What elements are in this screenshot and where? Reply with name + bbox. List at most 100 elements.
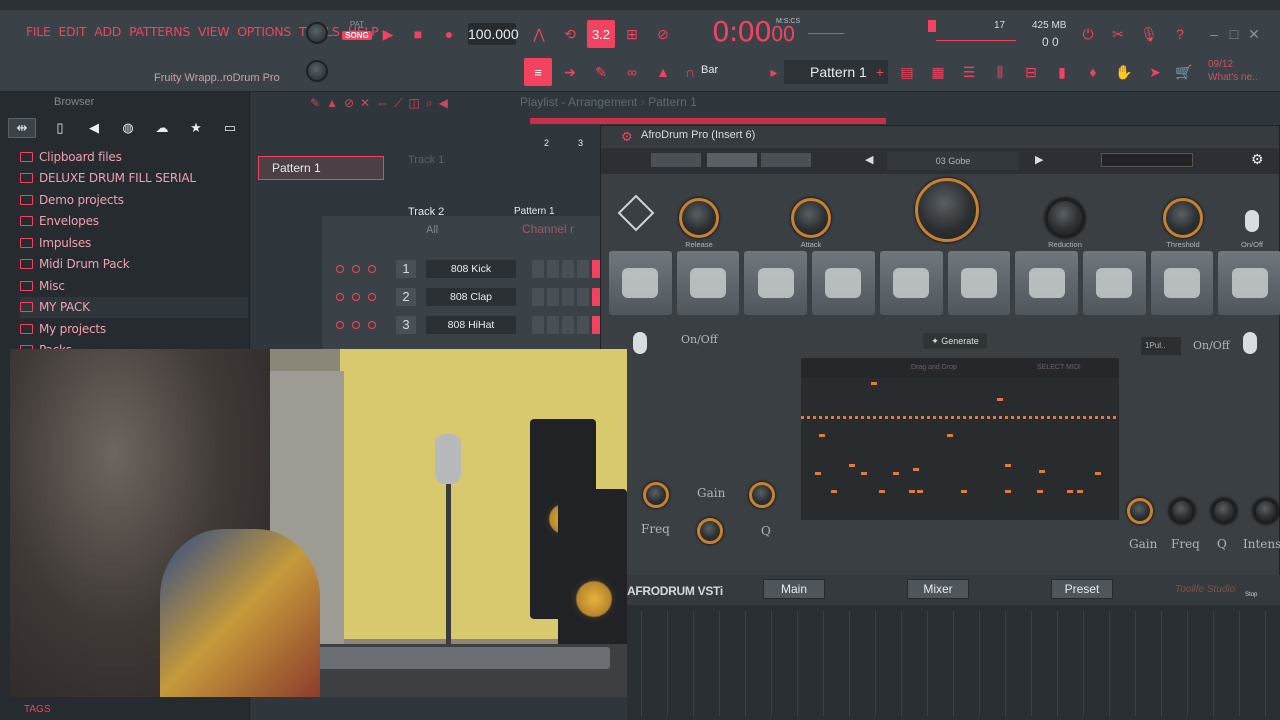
help-icon[interactable]: ? — [1168, 22, 1192, 46]
threshold-knob[interactable] — [1163, 198, 1203, 238]
pattern-mode-icon[interactable]: ≡ — [524, 58, 552, 86]
step-button[interactable] — [547, 260, 559, 278]
preset-tab-button[interactable]: Preset — [1051, 579, 1113, 599]
star-icon[interactable]: ★ — [186, 118, 206, 138]
speaker-icon[interactable]: ◀ — [84, 118, 104, 138]
tags-label[interactable]: TAGS — [24, 704, 50, 715]
news-panel[interactable]: 09/12 What's ne.. — [1208, 58, 1258, 84]
plugin-loop-button[interactable] — [761, 153, 811, 167]
browser-item[interactable]: My projects — [20, 318, 248, 340]
tempo-display[interactable]: 100.000 — [468, 23, 519, 45]
gain-knob-left[interactable] — [749, 482, 775, 508]
plugin-settings-icon[interactable]: ⚙ — [1251, 151, 1264, 168]
channel-rack-icon[interactable]: ☰ — [957, 60, 981, 84]
step-button[interactable] — [532, 316, 544, 334]
step-sequencer[interactable] — [532, 260, 606, 278]
step-button[interactable] — [577, 260, 589, 278]
pattern-clip[interactable]: Pattern 1 — [258, 156, 384, 180]
instrument-conga[interactable] — [947, 251, 1011, 315]
channel-row[interactable]: 3 808 HiHat — [332, 316, 604, 338]
mic-icon[interactable]: 🎙 — [1137, 22, 1161, 46]
instrument-bongos[interactable] — [1218, 251, 1280, 315]
step-button[interactable] — [532, 288, 544, 306]
plugin-gear-icon[interactable]: ⚙ — [621, 129, 633, 145]
browser-item[interactable]: Demo projects — [20, 189, 248, 211]
gain-knob-right[interactable] — [1127, 498, 1153, 524]
brush-icon[interactable]: ✎ — [589, 60, 613, 84]
browser-item[interactable]: Clipboard files — [20, 146, 248, 168]
globe-icon[interactable]: ◍ — [118, 118, 138, 138]
snap-selector[interactable]: Bar — [701, 64, 718, 76]
record-icon[interactable]: ● — [437, 22, 461, 46]
volume-knob[interactable] — [368, 321, 376, 329]
master-volume-knob[interactable] — [306, 22, 328, 44]
generate-button[interactable]: ✦ Generate — [923, 333, 987, 349]
stamp-icon[interactable]: ▲ — [651, 60, 675, 84]
step-sequencer[interactable] — [532, 316, 606, 334]
instrument-djembe-left[interactable] — [609, 251, 672, 315]
instrument-tambourine[interactable] — [744, 251, 808, 315]
pan-knob[interactable] — [352, 265, 360, 273]
instrument-bell[interactable] — [879, 251, 943, 315]
channel-filter[interactable]: All — [426, 224, 438, 236]
select-midi-label[interactable]: SELECT MIDI — [1037, 364, 1081, 371]
wait-input-icon[interactable]: ⊘ — [651, 22, 675, 46]
attack-knob[interactable] — [791, 198, 831, 238]
play-icon[interactable]: ▶ — [376, 22, 400, 46]
instrument-djembe[interactable] — [812, 251, 875, 315]
step-button[interactable] — [547, 288, 559, 306]
menu-file[interactable]: FILE — [26, 24, 51, 39]
close-icon[interactable]: ✕ — [1242, 22, 1266, 46]
mute-led[interactable] — [336, 321, 344, 329]
metronome-icon[interactable]: ⋀ — [527, 22, 551, 46]
main-tab-button[interactable]: Main — [763, 579, 825, 599]
step-button[interactable] — [577, 288, 589, 306]
menu-edit[interactable]: EDIT — [59, 24, 87, 39]
instrument-shakers[interactable] — [1015, 251, 1078, 315]
step-sequencer[interactable] — [532, 288, 606, 306]
song-label[interactable]: SONG — [342, 31, 372, 40]
onoff-toggle-left[interactable] — [633, 332, 647, 354]
pan-knob[interactable] — [352, 293, 360, 301]
mute-led[interactable] — [336, 293, 344, 301]
stop-label[interactable]: Stop — [1245, 592, 1257, 598]
preset-selector[interactable]: 03 Gobe — [887, 152, 1019, 170]
menu-view[interactable]: VIEW — [198, 24, 230, 39]
step-button[interactable] — [547, 316, 559, 334]
pan-knob[interactable] — [352, 321, 360, 329]
onoff-toggle-top[interactable] — [1245, 210, 1259, 232]
pat-label[interactable]: PAT — [342, 20, 372, 29]
browser-item[interactable]: Envelopes — [20, 211, 248, 233]
typing-keyboard-icon[interactable]: ⊞ — [620, 22, 644, 46]
step-edit-button[interactable]: 3.2 — [587, 20, 615, 48]
cut-icon[interactable]: ✂ — [1106, 22, 1130, 46]
all-icon[interactable]: ⇹ — [8, 118, 36, 138]
q-knob-left[interactable] — [697, 518, 723, 544]
folder-icon[interactable]: ▭ — [220, 118, 240, 138]
browser-icon[interactable]: ⊟ — [1019, 60, 1043, 84]
menu-options[interactable]: OPTIONS — [237, 24, 291, 39]
file-icon[interactable]: ▯ — [50, 118, 70, 138]
arrow-right-icon[interactable]: ➔ — [558, 60, 582, 84]
link-icon[interactable]: ∞ — [620, 60, 644, 84]
loop-record-icon[interactable]: ⟲ — [558, 22, 582, 46]
mute-led[interactable] — [336, 265, 344, 273]
magnet-icon[interactable]: ∩ — [678, 60, 702, 84]
plugin-picker-icon[interactable]: ♦ — [1081, 60, 1105, 84]
step-button[interactable] — [562, 316, 574, 334]
plugin-stop-button[interactable] — [707, 153, 757, 167]
channel-name[interactable]: 808 Clap — [426, 288, 516, 306]
channel-number[interactable]: 1 — [396, 260, 416, 278]
step-button[interactable] — [562, 288, 574, 306]
channel-name[interactable]: 808 HiHat — [426, 316, 516, 334]
volume-knob[interactable] — [368, 293, 376, 301]
channel-row[interactable]: 1 808 Kick — [332, 260, 604, 282]
pattern-prev-icon[interactable]: ▸ — [762, 60, 786, 84]
menu-patterns[interactable]: PATTERNS — [129, 24, 190, 39]
stop-icon[interactable]: ■ — [406, 22, 430, 46]
freq-knob-left[interactable] — [643, 482, 669, 508]
song-pattern-switch[interactable]: PAT SONG — [342, 20, 372, 46]
plugin-db-icon[interactable]: ▮ — [1050, 60, 1074, 84]
release-knob[interactable] — [679, 198, 719, 238]
main-gain-knob[interactable] — [915, 178, 979, 242]
